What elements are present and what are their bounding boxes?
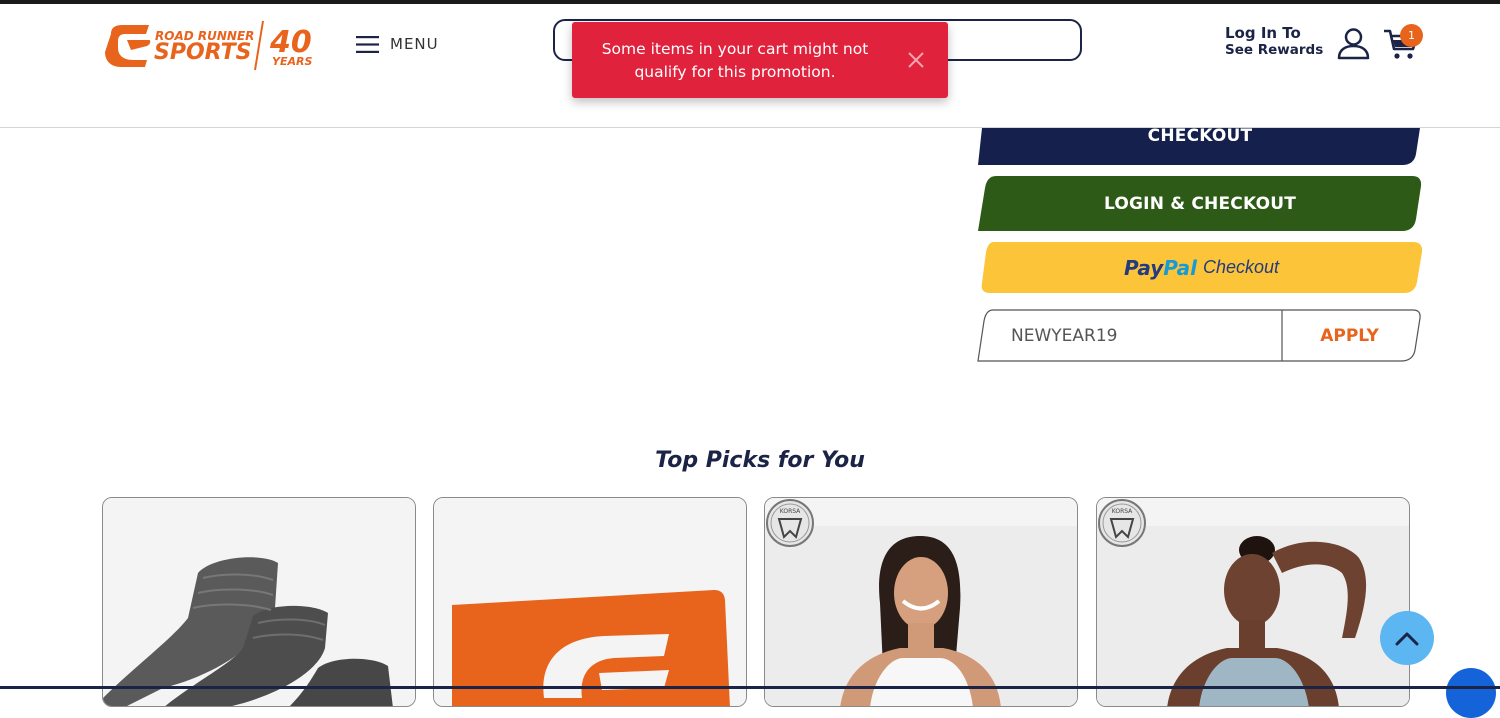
svg-text:KORSA: KORSA: [1112, 508, 1133, 515]
login-line1: Log In To: [1225, 24, 1301, 42]
product-card-white-tank[interactable]: KORSA: [764, 497, 1078, 707]
accessibility-widget-button[interactable]: [1446, 668, 1496, 718]
korsa-badge-icon: KORSA: [766, 499, 814, 547]
cart-count-badge: 1: [1400, 24, 1423, 47]
gift-card-product-image: [434, 498, 746, 706]
socks-product-image: [103, 498, 415, 706]
menu-label: MENU: [390, 35, 439, 53]
chevron-up-icon: [1395, 632, 1419, 646]
paypal-checkout-label: Checkout: [1202, 257, 1280, 277]
apply-promo-button[interactable]: APPLY: [1283, 311, 1416, 360]
login-checkout-label: LOGIN & CHECKOUT: [1103, 193, 1297, 214]
top-picks-title: Top Picks for You: [655, 448, 865, 473]
user-icon[interactable]: [1337, 27, 1370, 60]
korsa-badge-icon: KORSA: [1098, 499, 1146, 547]
hamburger-icon: [356, 35, 379, 53]
svg-text:KORSA: KORSA: [780, 508, 801, 515]
checkout-label: CHECKOUT: [1147, 125, 1253, 146]
svg-text:YEARS: YEARS: [272, 55, 312, 68]
checkout-button[interactable]: CHECKOUT: [978, 125, 1422, 165]
menu-button[interactable]: MENU: [356, 33, 439, 55]
product-card-blue-tank[interactable]: KORSA: [1096, 497, 1410, 707]
promo-warning-toast: Some items in your cart might not qualif…: [572, 22, 948, 98]
toast-message: Some items in your cart might not qualif…: [601, 40, 869, 81]
paypal-checkout-button[interactable]: Pay Pal Checkout: [980, 242, 1423, 293]
paypal-word-pay: Pay: [1123, 255, 1164, 280]
login-checkout-button[interactable]: LOGIN & CHECKOUT: [978, 176, 1422, 231]
road-runner-sports-logo[interactable]: ROAD RUNNER SPORTS 40 YEARS: [103, 18, 325, 72]
scroll-to-top-button[interactable]: [1380, 611, 1434, 665]
close-icon[interactable]: [907, 51, 925, 69]
paypal-word-pal: Pal: [1163, 255, 1197, 280]
login-line2: See Rewards: [1225, 42, 1324, 58]
promo-code-input[interactable]: [1011, 324, 1266, 348]
svg-text:SPORTS: SPORTS: [154, 40, 251, 65]
product-card-socks[interactable]: [102, 497, 416, 707]
login-link[interactable]: Log In To See Rewards: [1225, 25, 1335, 59]
product-card-gift-card[interactable]: [433, 497, 747, 707]
